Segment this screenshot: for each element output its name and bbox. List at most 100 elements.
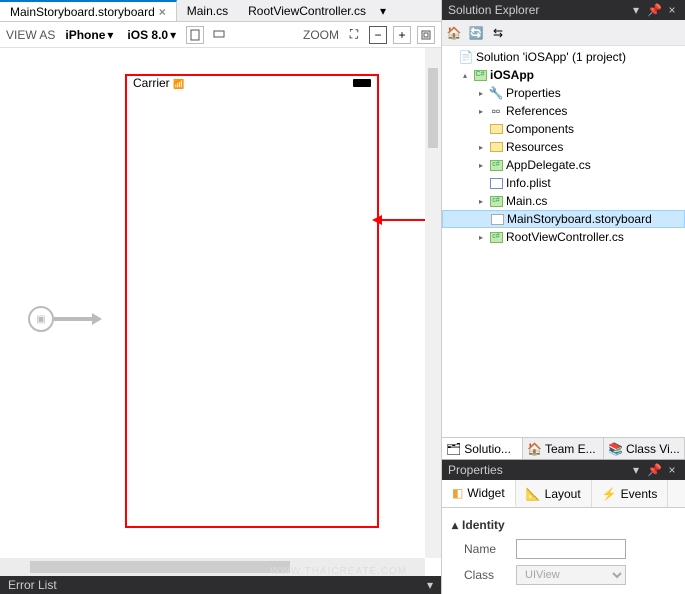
tree-file-maincs[interactable]: ▸ c# Main.cs <box>442 192 685 210</box>
close-icon[interactable]: × <box>665 463 679 477</box>
node-label: RootViewController.cs <box>506 230 624 244</box>
view-as-label: VIEW AS <box>6 28 55 42</box>
collapse-icon[interactable]: ⇆ <box>490 25 506 41</box>
zoom-in-icon[interactable]: + <box>393 26 411 44</box>
expander-icon[interactable]: ▸ <box>476 233 486 242</box>
properties-body: ▴ Identity Name Class UIView <box>442 508 685 594</box>
node-label: AppDelegate.cs <box>506 158 591 172</box>
tree-solution-root[interactable]: 📄 Solution 'iOSApp' (1 project) <box>442 48 685 66</box>
node-label: References <box>506 104 567 118</box>
error-list-panel-header[interactable]: Error List ▾ <box>0 576 441 594</box>
home-icon[interactable]: 🏠 <box>446 25 462 41</box>
tab-class-view[interactable]: 📚 Class Vi... <box>604 438 685 459</box>
widget-icon: ◧ <box>452 486 463 500</box>
tab-label: Main.cs <box>187 4 228 18</box>
tree-properties[interactable]: ▸ 🔧 Properties <box>442 84 685 102</box>
designer-toolbar: VIEW AS iPhone ▾ iOS 8.0 ▾ ZOOM ⛶ − + <box>0 22 441 48</box>
node-label: Solution 'iOSApp' (1 project) <box>476 50 626 64</box>
expander-icon[interactable]: ▸ <box>476 107 486 116</box>
folder-icon <box>488 122 504 136</box>
pin-icon[interactable]: 📌 <box>647 3 661 17</box>
zoom-out-icon[interactable]: − <box>369 26 387 44</box>
class-select[interactable]: UIView <box>516 565 626 585</box>
close-icon[interactable]: × <box>159 5 166 19</box>
tree-components[interactable]: Components <box>442 120 685 138</box>
section-label: Identity <box>462 518 505 532</box>
tree-project[interactable]: ▴ C# iOSApp <box>442 66 685 84</box>
properties-header: Properties ▾ 📌 × <box>442 460 685 480</box>
document-dropdown[interactable]: ▾ <box>376 0 390 21</box>
tab-solution-explorer[interactable]: 🗂 Solutio... <box>442 438 523 459</box>
prop-row-name: Name <box>452 536 675 562</box>
designer-canvas[interactable]: ▣ Carrier <box>0 48 441 576</box>
classview-icon: 📚 <box>608 442 623 456</box>
error-list-title: Error List <box>8 578 57 592</box>
device-selector[interactable]: iPhone ▾ <box>61 28 117 42</box>
layout-icon: 📐 <box>526 487 541 501</box>
pin-icon[interactable]: 📌 <box>647 463 661 477</box>
tree-resources[interactable]: ▸ Resources <box>442 138 685 156</box>
tree-file-rootvc[interactable]: ▸ c# RootViewController.cs <box>442 228 685 246</box>
tree-file-appdelegate[interactable]: ▸ c# AppDelegate.cs <box>442 156 685 174</box>
expander-icon[interactable]: ▸ <box>476 197 486 206</box>
horizontal-scrollbar[interactable] <box>0 558 425 576</box>
zoom-fit-icon[interactable]: ⛶ <box>345 26 363 44</box>
expander-icon[interactable]: ▴ <box>452 518 458 532</box>
references-icon: ▫▫ <box>488 104 504 118</box>
portrait-icon[interactable] <box>186 26 204 44</box>
zoom-actual-icon[interactable] <box>417 26 435 44</box>
expander-icon[interactable]: ▸ <box>476 161 486 170</box>
status-bar: Carrier <box>127 76 377 90</box>
solution-icon: 🗂 <box>446 442 461 456</box>
scroll-thumb[interactable] <box>30 561 290 573</box>
tree-file-infoplist[interactable]: Info.plist <box>442 174 685 192</box>
tab-widget[interactable]: ◧ Widget <box>442 480 516 507</box>
close-icon[interactable]: × <box>665 3 679 17</box>
tab-label: RootViewController.cs <box>248 4 366 18</box>
tree-references[interactable]: ▸ ▫▫ References <box>442 102 685 120</box>
expander-icon[interactable]: ▸ <box>476 143 486 152</box>
tab-label: MainStoryboard.storyboard <box>10 5 155 19</box>
landscape-icon[interactable] <box>210 26 228 44</box>
tree-file-storyboard[interactable]: MainStoryboard.storyboard <box>442 210 685 228</box>
panel-menu-icon[interactable]: ▾ <box>427 578 433 592</box>
tab-label: Class Vi... <box>626 442 680 456</box>
storyboard-entry-point[interactable]: ▣ <box>28 306 102 332</box>
name-input[interactable] <box>516 539 626 559</box>
device-frame[interactable]: Carrier <box>125 74 379 528</box>
panel-title: Solution Explorer <box>448 3 539 17</box>
tab-main-cs[interactable]: Main.cs <box>177 0 238 21</box>
solution-icon: 📄 <box>458 50 474 64</box>
panel-title: Properties <box>448 463 503 477</box>
editor-tab-bar: MainStoryboard.storyboard × Main.cs Root… <box>0 0 441 22</box>
explorer-bottom-tabs: 🗂 Solutio... 🏠 Team E... 📚 Class Vi... <box>442 437 685 459</box>
refresh-icon[interactable]: 🔄 <box>468 25 484 41</box>
section-identity[interactable]: ▴ Identity <box>452 514 675 536</box>
folder-icon <box>488 140 504 154</box>
expander-icon[interactable]: ▸ <box>476 89 486 98</box>
tab-rootvc[interactable]: RootViewController.cs <box>238 0 376 21</box>
csharp-project-icon: C# <box>472 68 488 82</box>
node-label: Main.cs <box>506 194 547 208</box>
tab-label: Team E... <box>545 442 596 456</box>
storyboard-icon <box>489 212 505 226</box>
tab-label: Solutio... <box>464 442 511 456</box>
tab-storyboard[interactable]: MainStoryboard.storyboard × <box>0 0 177 21</box>
node-label: Resources <box>506 140 563 154</box>
panel-menu-icon[interactable]: ▾ <box>629 3 643 17</box>
node-label: Components <box>506 122 574 136</box>
panel-menu-icon[interactable]: ▾ <box>629 463 643 477</box>
expander-icon[interactable]: ▴ <box>460 71 470 80</box>
solution-explorer-toolbar: 🏠 🔄 ⇆ <box>442 20 685 46</box>
csharp-file-icon: c# <box>488 230 504 244</box>
tab-team-explorer[interactable]: 🏠 Team E... <box>523 438 604 459</box>
scroll-thumb[interactable] <box>428 68 438 148</box>
tab-events[interactable]: ⚡ Events <box>592 480 669 507</box>
prop-label: Class <box>464 568 516 582</box>
tab-layout[interactable]: 📐 Layout <box>516 480 592 507</box>
zoom-label: ZOOM <box>303 28 339 42</box>
os-selector[interactable]: iOS 8.0 ▾ <box>123 28 180 42</box>
tab-label: Widget <box>467 486 504 500</box>
vertical-scrollbar[interactable] <box>425 48 441 558</box>
solution-tree: 📄 Solution 'iOSApp' (1 project) ▴ C# iOS… <box>442 46 685 437</box>
